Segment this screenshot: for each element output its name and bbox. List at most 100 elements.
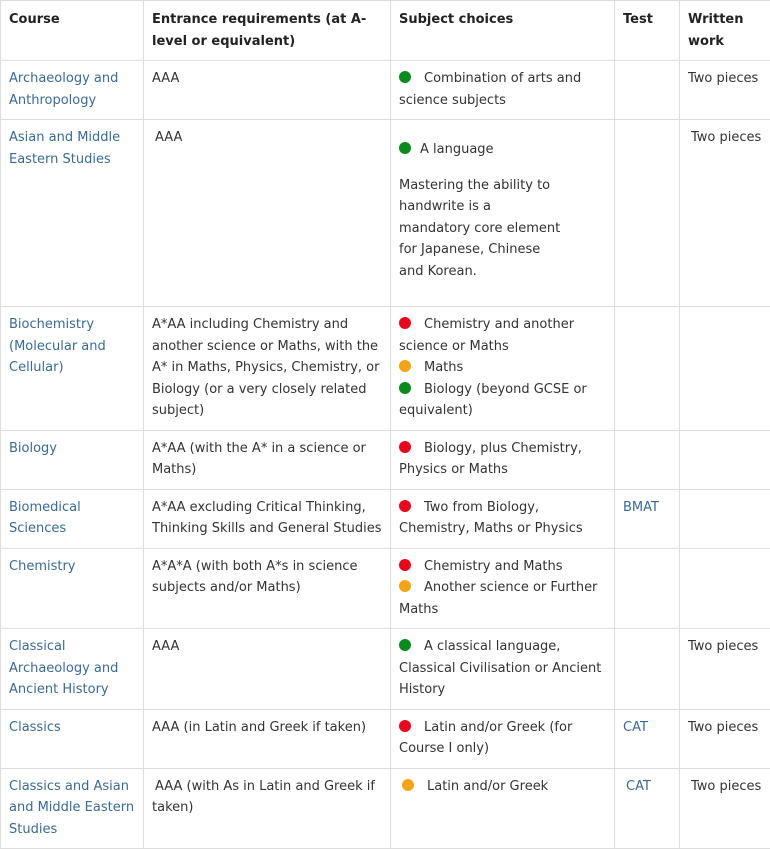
course-link[interactable]: Biomedical Sciences [9, 500, 81, 537]
written-cell [680, 307, 770, 431]
course-cell: Classical Archaeology and Ancient Histor… [1, 629, 144, 710]
green-dot-icon [399, 639, 411, 651]
red-dot-icon [399, 441, 411, 453]
table-row: Archaeology and Anthropology AAA Combina… [1, 61, 770, 120]
written-text: Two pieces [688, 779, 761, 794]
test-cell: CAT [615, 709, 680, 768]
test-cell: BMAT [615, 489, 680, 548]
course-link[interactable]: Archaeology and Anthropology [9, 71, 118, 108]
table-row: Classics AAA (in Latin and Greek if take… [1, 709, 770, 768]
test-cell [615, 61, 680, 120]
red-dot-icon [399, 559, 411, 571]
written-cell: Two pieces [680, 768, 770, 849]
written-cell: Two pieces [680, 629, 770, 710]
green-dot-icon [399, 142, 411, 154]
test-cell [615, 629, 680, 710]
course-link[interactable]: Asian and Middle Eastern Studies [9, 130, 120, 167]
entrance-cell: A*AA excluding Critical Thinking, Thinki… [144, 489, 391, 548]
requirement-text: Biology, plus Chemistry, Physics or Math… [399, 441, 582, 478]
requirement-text: Latin and/or Greek [427, 779, 548, 794]
course-link[interactable]: Chemistry [9, 559, 76, 574]
table-row: Classics and Asian and Middle Eastern St… [1, 768, 770, 849]
test-link[interactable]: CAT [623, 779, 651, 794]
course-cell: Biomedical Sciences [1, 489, 144, 548]
header-written-work: Written work [680, 1, 770, 61]
table-row: Biomedical Sciences A*AA excluding Criti… [1, 489, 770, 548]
requirement-text: A language [420, 142, 494, 157]
course-link[interactable]: Classics [9, 720, 61, 735]
choices-cell: Chemistry and Maths Another science or F… [391, 548, 615, 629]
table-row: Biochemistry (Molecular and Cellular) A*… [1, 307, 770, 431]
test-cell [615, 120, 680, 307]
requirement-text: Chemistry and another science or Maths [399, 317, 574, 354]
course-link[interactable]: Classics and Asian and Middle Eastern St… [9, 779, 134, 837]
written-cell: Two pieces [680, 61, 770, 120]
requirement-text: Maths [424, 360, 463, 375]
requirement-item: Biology (beyond GCSE or equivalent) [399, 379, 606, 422]
written-cell [680, 430, 770, 489]
choices-cell: A language Mastering the ability to hand… [391, 120, 615, 307]
written-cell: Two pieces [680, 709, 770, 768]
table-row: Chemistry A*A*A (with both A*s in scienc… [1, 548, 770, 629]
requirement-item: Two from Biology, Chemistry, Maths or Ph… [399, 500, 583, 537]
requirement-item: Chemistry and Maths [399, 556, 606, 578]
test-cell [615, 548, 680, 629]
course-link[interactable]: Biology [9, 441, 57, 456]
requirement-text: Chemistry and Maths [424, 559, 563, 574]
header-entrance: Entrance requirements (at A-level or equ… [144, 1, 391, 61]
choices-cell: Combination of arts and science subjects [391, 61, 615, 120]
choices-cell: Two from Biology, Chemistry, Maths or Ph… [391, 489, 615, 548]
course-link[interactable]: Biochemistry (Molecular and Cellular) [9, 317, 106, 375]
entrance-cell: A*A*A (with both A*s in science subjects… [144, 548, 391, 629]
header-row: Course Entrance requirements (at A-level… [1, 1, 770, 61]
choices-cell: A classical language, Classical Civilisa… [391, 629, 615, 710]
entrance-cell: A*AA including Chemistry and another sci… [144, 307, 391, 431]
test-link[interactable]: BMAT [623, 500, 659, 515]
table-row: Classical Archaeology and Ancient Histor… [1, 629, 770, 710]
header-test: Test [615, 1, 680, 61]
entrance-cell: AAA [144, 629, 391, 710]
entrance-cell: AAA (with As in Latin and Greek if taken… [144, 768, 391, 849]
course-cell: Classics and Asian and Middle Eastern St… [1, 768, 144, 849]
written-cell [680, 489, 770, 548]
entrance-cell: AAA [144, 61, 391, 120]
choices-cell: Latin and/or Greek (for Course I only) [391, 709, 615, 768]
requirement-item: Chemistry and another science or Maths [399, 314, 606, 357]
written-text: Two pieces [688, 130, 761, 145]
table-row: Biology A*AA (with the A* in a science o… [1, 430, 770, 489]
entrance-text: AAA [152, 130, 182, 145]
requirement-text: A classical language, Classical Civilisa… [399, 639, 601, 697]
red-dot-icon [399, 317, 411, 329]
amber-dot-icon [399, 360, 411, 372]
amber-dot-icon [402, 779, 414, 791]
choices-cell: Biology, plus Chemistry, Physics or Math… [391, 430, 615, 489]
choices-cell: Chemistry and another science or Maths M… [391, 307, 615, 431]
course-cell: Biology [1, 430, 144, 489]
test-cell [615, 430, 680, 489]
course-link[interactable]: Classical Archaeology and Ancient Histor… [9, 639, 118, 697]
test-cell [615, 307, 680, 431]
requirement-item: Biology, plus Chemistry, Physics or Math… [399, 441, 582, 478]
entrance-cell: AAA (in Latin and Greek if taken) [144, 709, 391, 768]
choices-note: Mastering the ability to handwrite is a … [399, 175, 606, 283]
requirement-item: Another science or Further Maths [399, 577, 606, 620]
written-cell [680, 548, 770, 629]
requirement-text: Another science or Further Maths [399, 580, 597, 617]
written-cell: Two pieces [680, 120, 770, 307]
requirement-item: Combination of arts and science subjects [399, 71, 581, 108]
requirement-item: A classical language, Classical Civilisa… [399, 639, 601, 697]
green-dot-icon [399, 71, 411, 83]
requirement-text: Combination of arts and science subjects [399, 71, 581, 108]
requirement-text: Latin and/or Greek (for Course I only) [399, 720, 572, 757]
red-dot-icon [399, 500, 411, 512]
header-course: Course [1, 1, 144, 61]
test-link[interactable]: CAT [623, 720, 648, 735]
requirement-text: Biology (beyond GCSE or equivalent) [399, 382, 587, 419]
requirement-item: Latin and/or Greek (for Course I only) [399, 720, 572, 757]
table-row: Asian and Middle Eastern Studies AAA A l… [1, 120, 770, 307]
course-cell: Chemistry [1, 548, 144, 629]
requirement-item: A language [399, 139, 606, 161]
entrance-text: AAA (with As in Latin and Greek if taken… [152, 779, 375, 816]
red-dot-icon [399, 720, 411, 732]
course-cell: Biochemistry (Molecular and Cellular) [1, 307, 144, 431]
